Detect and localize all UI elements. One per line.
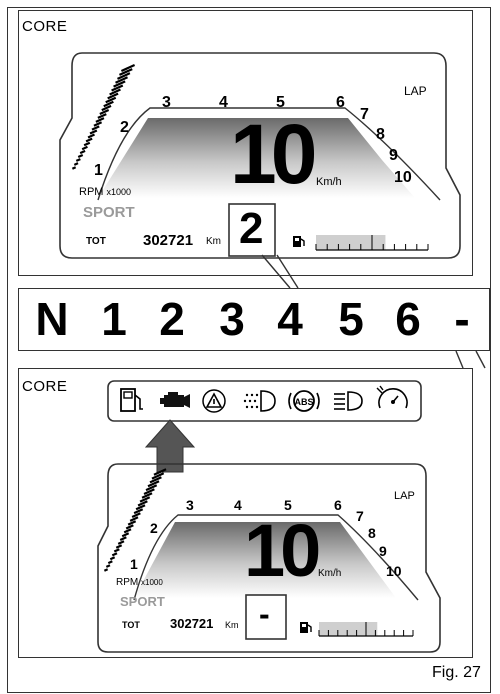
bottom-speed-unit: Km/h bbox=[318, 568, 342, 579]
bottom-speed-value: 10 bbox=[244, 509, 321, 592]
tach-bar bbox=[131, 512, 141, 518]
bottom-rpm-10: 10 bbox=[386, 563, 402, 579]
tach-bar bbox=[125, 524, 134, 530]
tach-bar bbox=[113, 548, 120, 553]
bottom-rpm-label: RPM x1000 bbox=[116, 577, 163, 588]
tach-bar bbox=[143, 488, 155, 495]
tach-bar bbox=[141, 492, 153, 499]
tach-bar bbox=[123, 528, 132, 534]
tach-bar bbox=[105, 564, 111, 568]
tach-bar bbox=[137, 500, 148, 507]
bottom-odo-value: 302721 bbox=[170, 616, 214, 631]
tach-bar bbox=[109, 556, 116, 561]
tach-bar bbox=[117, 540, 125, 545]
bottom-rpm-9: 9 bbox=[379, 543, 387, 559]
bottom-odo-unit: Km bbox=[225, 620, 239, 630]
bottom-rpm-multiplier: x1000 bbox=[141, 578, 163, 587]
tach-bar bbox=[103, 568, 109, 572]
tach-bar bbox=[145, 484, 158, 492]
tach-bar bbox=[119, 536, 127, 542]
figure-label: Fig. 27 bbox=[432, 664, 481, 681]
tach-bar bbox=[139, 496, 151, 503]
tach-bar bbox=[129, 516, 139, 522]
bottom-rpm-8: 8 bbox=[368, 525, 376, 541]
bottom-fuel-icon bbox=[300, 621, 312, 633]
tach-bar bbox=[115, 544, 123, 549]
tach-bar bbox=[121, 532, 130, 538]
bottom-rpm-7: 7 bbox=[356, 508, 364, 524]
bottom-mode-label: SPORT bbox=[120, 594, 165, 609]
bottom-fuel-bar bbox=[318, 622, 414, 637]
bottom-rpm-4: 4 bbox=[234, 497, 242, 513]
fuel-level-fill bbox=[319, 622, 378, 636]
tach-bar bbox=[107, 560, 113, 565]
bottom-gear-value: - bbox=[259, 596, 270, 632]
bottom-rpm-6: 6 bbox=[334, 497, 342, 513]
bottom-rpm-text: RPM bbox=[116, 577, 139, 588]
bottom-lap-label: LAP bbox=[394, 490, 415, 502]
tach-bar bbox=[135, 504, 146, 511]
bottom-rpm-3: 3 bbox=[186, 497, 194, 513]
bottom-rpm-1: 1 bbox=[130, 556, 138, 572]
tach-bar bbox=[111, 552, 118, 557]
bottom-rpm-2: 2 bbox=[150, 520, 158, 536]
tach-bar bbox=[127, 520, 137, 526]
tach-bar bbox=[133, 508, 144, 515]
bottom-odo-label: TOT bbox=[122, 620, 140, 630]
